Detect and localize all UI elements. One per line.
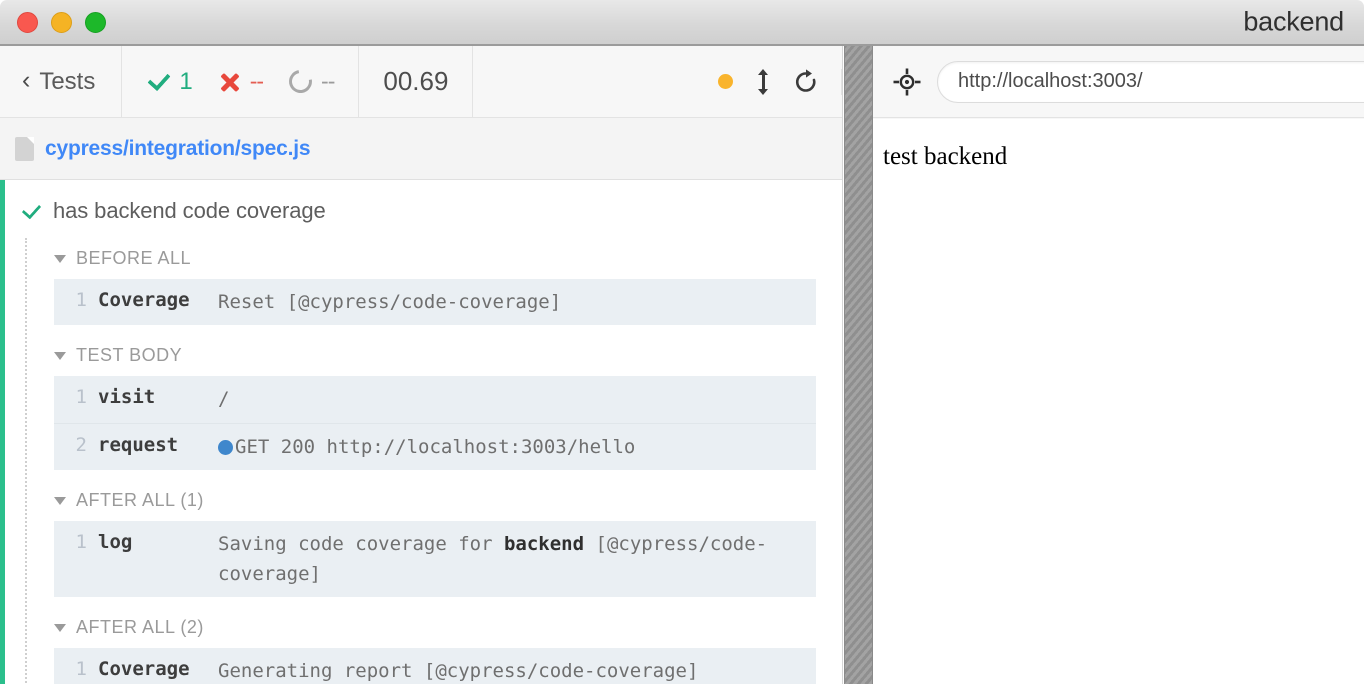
reporter-panel: ‹ Tests 1 -- -- 00.69 cypress/integratio… (0, 46, 843, 684)
hook-label-after-all-1[interactable]: AFTER ALL (1) (27, 480, 842, 521)
toggle-auto-scroll-icon[interactable] (755, 68, 771, 95)
command-number: 2 (75, 433, 87, 456)
file-icon (15, 136, 34, 161)
command-row[interactable]: 1 visit / (54, 376, 816, 423)
app-preview-frame: test backend (873, 119, 1364, 684)
url-bar: http://localhost:3003/ (873, 46, 1364, 118)
command-method: Coverage (98, 289, 190, 311)
command-number: 1 (75, 289, 87, 311)
command-number: 1 (75, 531, 87, 554)
test-block: has backend code coverage BEFORE ALL 1 C… (0, 180, 842, 684)
test-title: has backend code coverage (53, 198, 326, 223)
command-list: 1 Coverage Generating report [@cypress/c… (54, 648, 842, 684)
command-list: 1 log Saving code coverage for backend [… (54, 521, 842, 598)
command-row[interactable]: 1 Coverage Generating report [@cypress/c… (54, 648, 816, 684)
command-method: log (98, 531, 133, 554)
reporter-header: ‹ Tests 1 -- -- 00.69 (0, 46, 842, 118)
command-method: request (98, 433, 179, 456)
x-icon (219, 71, 241, 93)
window-titlebar: backend (0, 0, 1364, 46)
command-message-wrap: Saving code coverage for backend [@cypre… (218, 529, 816, 589)
caret-down-icon (54, 496, 66, 505)
test-stats: 1 -- -- (122, 46, 360, 118)
spec-file-bar[interactable]: cypress/integration/spec.js (0, 118, 842, 180)
hook-label-text: BEFORE ALL (76, 248, 192, 268)
command-number: 1 (75, 386, 87, 409)
duration-timer: 00.69 (359, 46, 474, 118)
stat-passed[interactable]: 1 (146, 67, 193, 95)
command-message-bold: backend (503, 533, 585, 556)
command-message: Reset [@cypress/code-coverage] (218, 291, 562, 313)
zoom-button[interactable] (85, 11, 106, 33)
command-message-wrap: GET 200 http://localhost:3003/hello (218, 432, 816, 462)
caret-down-icon (54, 351, 66, 360)
hook-label-text: AFTER ALL (2) (76, 617, 204, 638)
back-to-tests-button[interactable]: ‹ Tests (0, 46, 123, 118)
command-row[interactable]: 1 log Saving code coverage for backend [… (54, 521, 816, 598)
window-title: backend (1243, 6, 1344, 37)
command-list: 1 visit / 2 request GET 200 http://local… (54, 376, 842, 471)
stat-failed[interactable]: -- (219, 68, 264, 94)
hook-label-text: TEST BODY (76, 345, 183, 366)
traffic-lights (0, 11, 106, 33)
restart-tests-icon[interactable] (793, 68, 819, 95)
selector-playground-icon[interactable] (893, 68, 921, 96)
hooks-container: BEFORE ALL 1 Coverage Reset [@cypress/co… (25, 238, 842, 684)
hook-label-test-body[interactable]: TEST BODY (27, 335, 842, 376)
reporter-controls (473, 68, 842, 95)
minimize-button[interactable] (51, 11, 72, 33)
url-input[interactable]: http://localhost:3003/ (937, 60, 1364, 103)
command-message: Generating report [@cypress/code-coverag… (218, 660, 699, 683)
command-number: 1 (75, 658, 87, 681)
hook-label-after-all-2[interactable]: AFTER ALL (2) (27, 607, 842, 648)
app-preview-text: test backend (883, 143, 1008, 170)
command-row[interactable]: 1 Coverage Reset [@cypress/code-coverage… (54, 279, 816, 326)
hook-label-text: AFTER ALL (1) (76, 490, 204, 511)
command-list: 1 Coverage Reset [@cypress/code-coverage… (54, 279, 842, 326)
chevron-left-icon: ‹ (22, 66, 31, 94)
cypress-test-runner-window: backend ‹ Tests 1 -- -- 00.69 cypress/in… (0, 0, 1364, 684)
command-method: visit (98, 386, 156, 409)
back-to-tests-label: Tests (39, 67, 96, 95)
command-message-pre: Saving code coverage for (218, 533, 504, 556)
request-status-dot-icon (218, 439, 233, 455)
command-message: GET 200 http://localhost:3003/hello (235, 435, 636, 458)
hook-label-before-all[interactable]: BEFORE ALL (27, 238, 842, 279)
caret-down-icon (54, 623, 66, 632)
check-icon (146, 70, 170, 94)
failed-count: -- (249, 68, 264, 94)
command-row[interactable]: 2 request GET 200 http://localhost:3003/… (54, 422, 816, 471)
passed-count: 1 (179, 67, 193, 95)
caret-down-icon (54, 254, 66, 263)
test-title-row[interactable]: has backend code coverage (5, 180, 842, 238)
command-method: Coverage (98, 658, 190, 681)
aut-panel: http://localhost:3003/ test backend (873, 46, 1364, 684)
check-icon (21, 201, 41, 221)
close-button[interactable] (17, 11, 38, 33)
spec-file-name[interactable]: cypress/integration/spec.js (45, 137, 311, 161)
pending-circle-icon (284, 65, 317, 98)
running-status-dot-icon[interactable] (718, 74, 733, 89)
panel-resize-handle[interactable] (844, 46, 873, 684)
main-split: ‹ Tests 1 -- -- 00.69 cypress/integratio… (0, 46, 1364, 684)
pending-count: -- (321, 68, 335, 94)
stat-pending[interactable]: -- (284, 65, 335, 98)
command-message: / (218, 388, 230, 411)
